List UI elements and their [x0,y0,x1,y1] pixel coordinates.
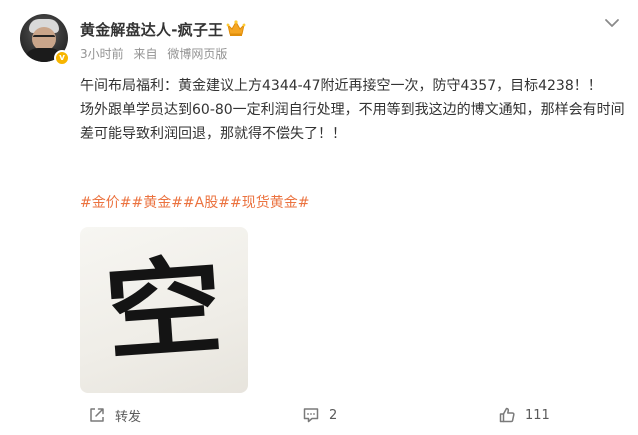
post-hashtags[interactable]: #金价##黄金##A股##现货黄金# [80,192,309,212]
comment-icon [303,408,319,423]
repost-icon [90,408,104,422]
post-content: 午间布局福利：黄金建议上方4344-47附近再接空一次，防守4357，目标423… [80,74,628,146]
post-text-line-2: 场外跟单学员达到60-80一定利润自行处理，不用等到我这边的博文通知，那样会有时… [80,102,625,142]
crown-icon [226,20,246,36]
post-text-line-1: 午间布局福利：黄金建议上方4344-47附近再接空一次，防守4357，目标423… [80,78,602,94]
author-name[interactable]: 黄金解盘达人-疯子王 [80,19,223,40]
post-image[interactable]: 空 [80,227,248,393]
repost-button[interactable]: 转发 [88,404,141,426]
like-button[interactable]: 111 [498,404,550,426]
comment-button[interactable]: 2 [302,404,337,426]
verified-badge-icon: v [54,50,70,66]
calligraphy-character: 空 [100,243,227,376]
post-time[interactable]: 3小时前 [80,47,124,61]
post-meta: 3小时前 来自 微博网页版 [80,45,233,62]
source-prefix: 来自 [133,47,158,61]
repost-label: 转发 [115,409,142,425]
weibo-post-card: v 黄金解盘达人-疯子王 3小时前 来自 微博网页版 午间布局福利：黄金建议上方… [0,0,638,435]
like-count: 111 [525,407,550,423]
thumbs-up-icon [499,407,515,423]
comment-count: 2 [329,407,338,423]
chevron-down-icon[interactable] [603,16,621,30]
post-source: 微博网页版 [167,47,228,61]
post-action-bar: 转发 2 111 [0,400,638,430]
